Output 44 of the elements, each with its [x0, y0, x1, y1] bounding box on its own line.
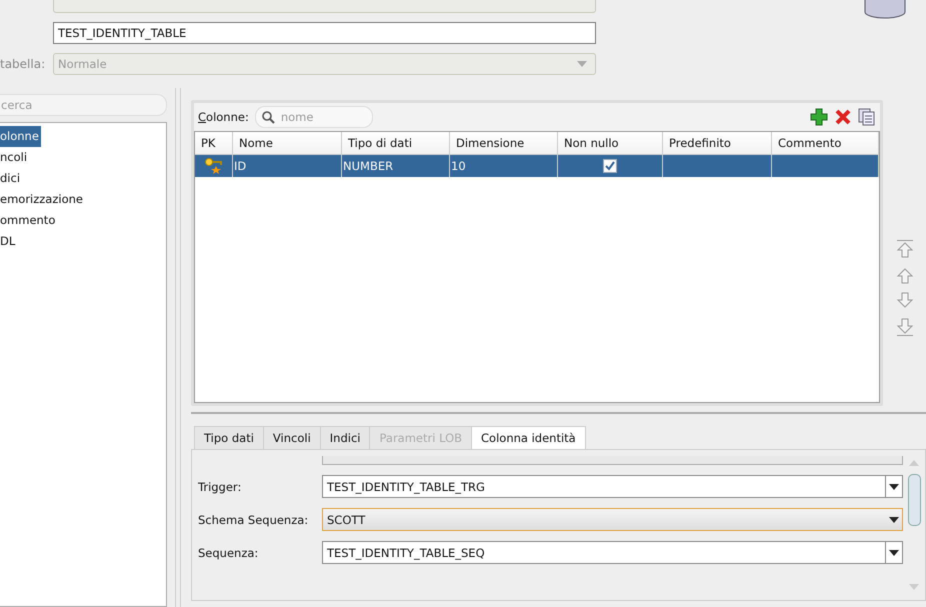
- scroll-down-icon[interactable]: [909, 584, 919, 590]
- category-item[interactable]: ommento: [0, 210, 58, 231]
- field-label: Trigger:: [198, 480, 242, 494]
- category-item[interactable]: DL: [0, 231, 18, 252]
- move-top-icon[interactable]: [896, 239, 914, 259]
- table-row[interactable]: ID NUMBER 10: [195, 155, 879, 177]
- table-cell: 10: [450, 155, 558, 177]
- column-header[interactable]: Non nullo: [558, 132, 663, 155]
- tab[interactable]: Colonna identità: [471, 426, 586, 449]
- tab[interactable]: Vincoli: [262, 426, 321, 449]
- combo-field[interactable]: TEST_IDENTITY_TABLE_SEQ: [322, 541, 903, 564]
- table-cell: NUMBER: [342, 155, 450, 177]
- search-icon: [262, 110, 275, 124]
- caret-icon: [889, 484, 899, 490]
- table-cell: ID: [233, 155, 342, 177]
- caret-icon: [889, 550, 899, 556]
- category-item[interactable]: dici: [0, 168, 22, 189]
- combo-field[interactable]: TEST_IDENTITY_TABLE_TRG: [322, 475, 903, 498]
- tab[interactable]: Tipo dati: [194, 426, 264, 449]
- table-type-label: tabella:: [0, 57, 46, 71]
- category-item[interactable]: olonne: [0, 126, 41, 147]
- checkbox[interactable]: [603, 159, 617, 173]
- column-header[interactable]: Nome: [233, 132, 342, 155]
- category-item[interactable]: emorizzazione: [0, 189, 85, 210]
- column-header[interactable]: Tipo di dati: [342, 132, 450, 155]
- column-header[interactable]: Dimensione: [450, 132, 558, 155]
- column-header[interactable]: Predefinito: [663, 132, 772, 155]
- column-header[interactable]: PK: [195, 132, 233, 155]
- tab[interactable]: Indici: [320, 426, 370, 449]
- copy-icon[interactable]: [858, 108, 876, 126]
- database-icon: [864, 0, 906, 20]
- columns-label: Colonne:: [198, 110, 249, 124]
- column-header[interactable]: Commento: [772, 132, 879, 155]
- name-field[interactable]: TEST_IDENTITY_TABLE: [53, 22, 596, 44]
- combo-field[interactable]: SCOTT: [322, 508, 903, 531]
- caret-icon: [889, 516, 899, 522]
- field-label: Schema Sequenza:: [198, 512, 310, 526]
- category-item[interactable]: ncoli: [0, 147, 30, 168]
- add-icon[interactable]: [810, 108, 828, 126]
- scroll-up-icon[interactable]: [909, 460, 919, 466]
- field-label: Sequenza:: [198, 546, 260, 560]
- caret-icon: [577, 61, 587, 67]
- delete-icon[interactable]: [834, 108, 852, 126]
- move-bottom-icon[interactable]: [896, 317, 914, 337]
